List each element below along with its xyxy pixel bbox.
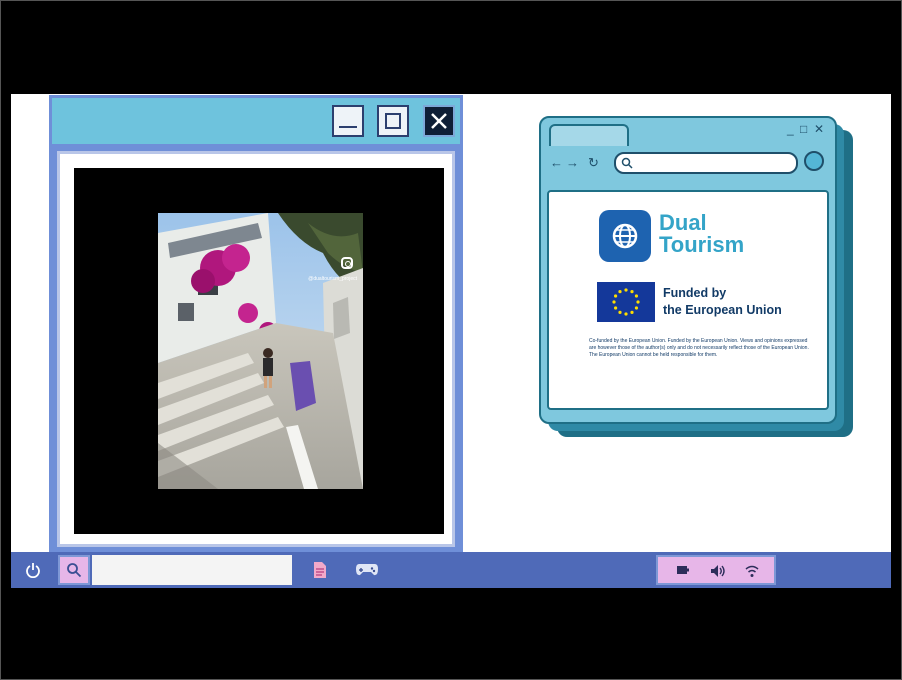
close-button[interactable] xyxy=(423,105,455,137)
taskbar xyxy=(11,552,891,588)
brand-name: Dual Tourism xyxy=(659,212,744,256)
eu-funding-text: Funded by the European Union xyxy=(663,285,782,319)
reload-button[interactable]: ↻ xyxy=(588,155,599,171)
address-bar[interactable] xyxy=(614,152,798,174)
browser-content: Dual Tourism Funded by the European Unio… xyxy=(547,190,829,410)
browser-minimize-button[interactable]: _ xyxy=(787,122,794,136)
taskbar-search-button[interactable] xyxy=(58,555,90,585)
gamepad-icon[interactable] xyxy=(355,561,379,577)
photo-window-body: @dualtourism_project xyxy=(57,151,455,547)
system-tray xyxy=(656,555,776,585)
browser-tab[interactable] xyxy=(549,124,629,146)
street-photo: @dualtourism_project xyxy=(158,213,363,489)
document-icon[interactable] xyxy=(312,561,328,579)
photo-window: @dualtourism_project xyxy=(49,95,463,553)
eu-flag xyxy=(597,282,655,322)
dual-tourism-logo xyxy=(599,210,651,262)
volume-icon[interactable] xyxy=(710,564,726,578)
wifi-icon[interactable] xyxy=(744,564,760,578)
eu-line-1: Funded by xyxy=(663,286,727,300)
instagram-icon xyxy=(341,257,353,269)
profile-circle-button[interactable] xyxy=(804,151,824,171)
browser-navbar: ← → ↻ xyxy=(541,146,835,186)
photo-window-titlebar[interactable] xyxy=(52,98,460,144)
brand-line-2: Tourism xyxy=(659,232,745,257)
instagram-handle: @dualtourism_project xyxy=(308,276,357,282)
video-area[interactable]: @dualtourism_project xyxy=(74,168,444,534)
browser-window: _ □ ✕ ← → ↻ Dual Tourism Funded by the E… xyxy=(539,116,837,424)
power-icon[interactable] xyxy=(25,562,41,578)
forward-button[interactable]: → xyxy=(566,155,579,170)
brand-line-1: Dual xyxy=(659,210,707,235)
search-icon xyxy=(67,563,82,578)
search-icon xyxy=(621,157,633,169)
browser-close-button[interactable]: ✕ xyxy=(814,122,824,136)
back-button[interactable]: ← xyxy=(550,155,563,170)
close-icon xyxy=(431,113,447,129)
minimize-button[interactable] xyxy=(332,105,364,137)
battery-icon[interactable] xyxy=(676,564,690,576)
globe-icon xyxy=(612,223,638,249)
maximize-button[interactable] xyxy=(377,105,409,137)
video-frame: @dualtourism_project _ □ ✕ ← → ↻ Dual To… xyxy=(0,0,902,680)
bougainvillea-street-illustration xyxy=(158,213,363,489)
eu-stars-icon xyxy=(612,288,640,316)
browser-maximize-button[interactable]: □ xyxy=(800,122,807,136)
eu-line-2: the European Union xyxy=(663,303,782,317)
taskbar-search-input[interactable] xyxy=(92,555,292,585)
eu-disclaimer: Co-funded by the European Union. Funded … xyxy=(589,338,809,358)
